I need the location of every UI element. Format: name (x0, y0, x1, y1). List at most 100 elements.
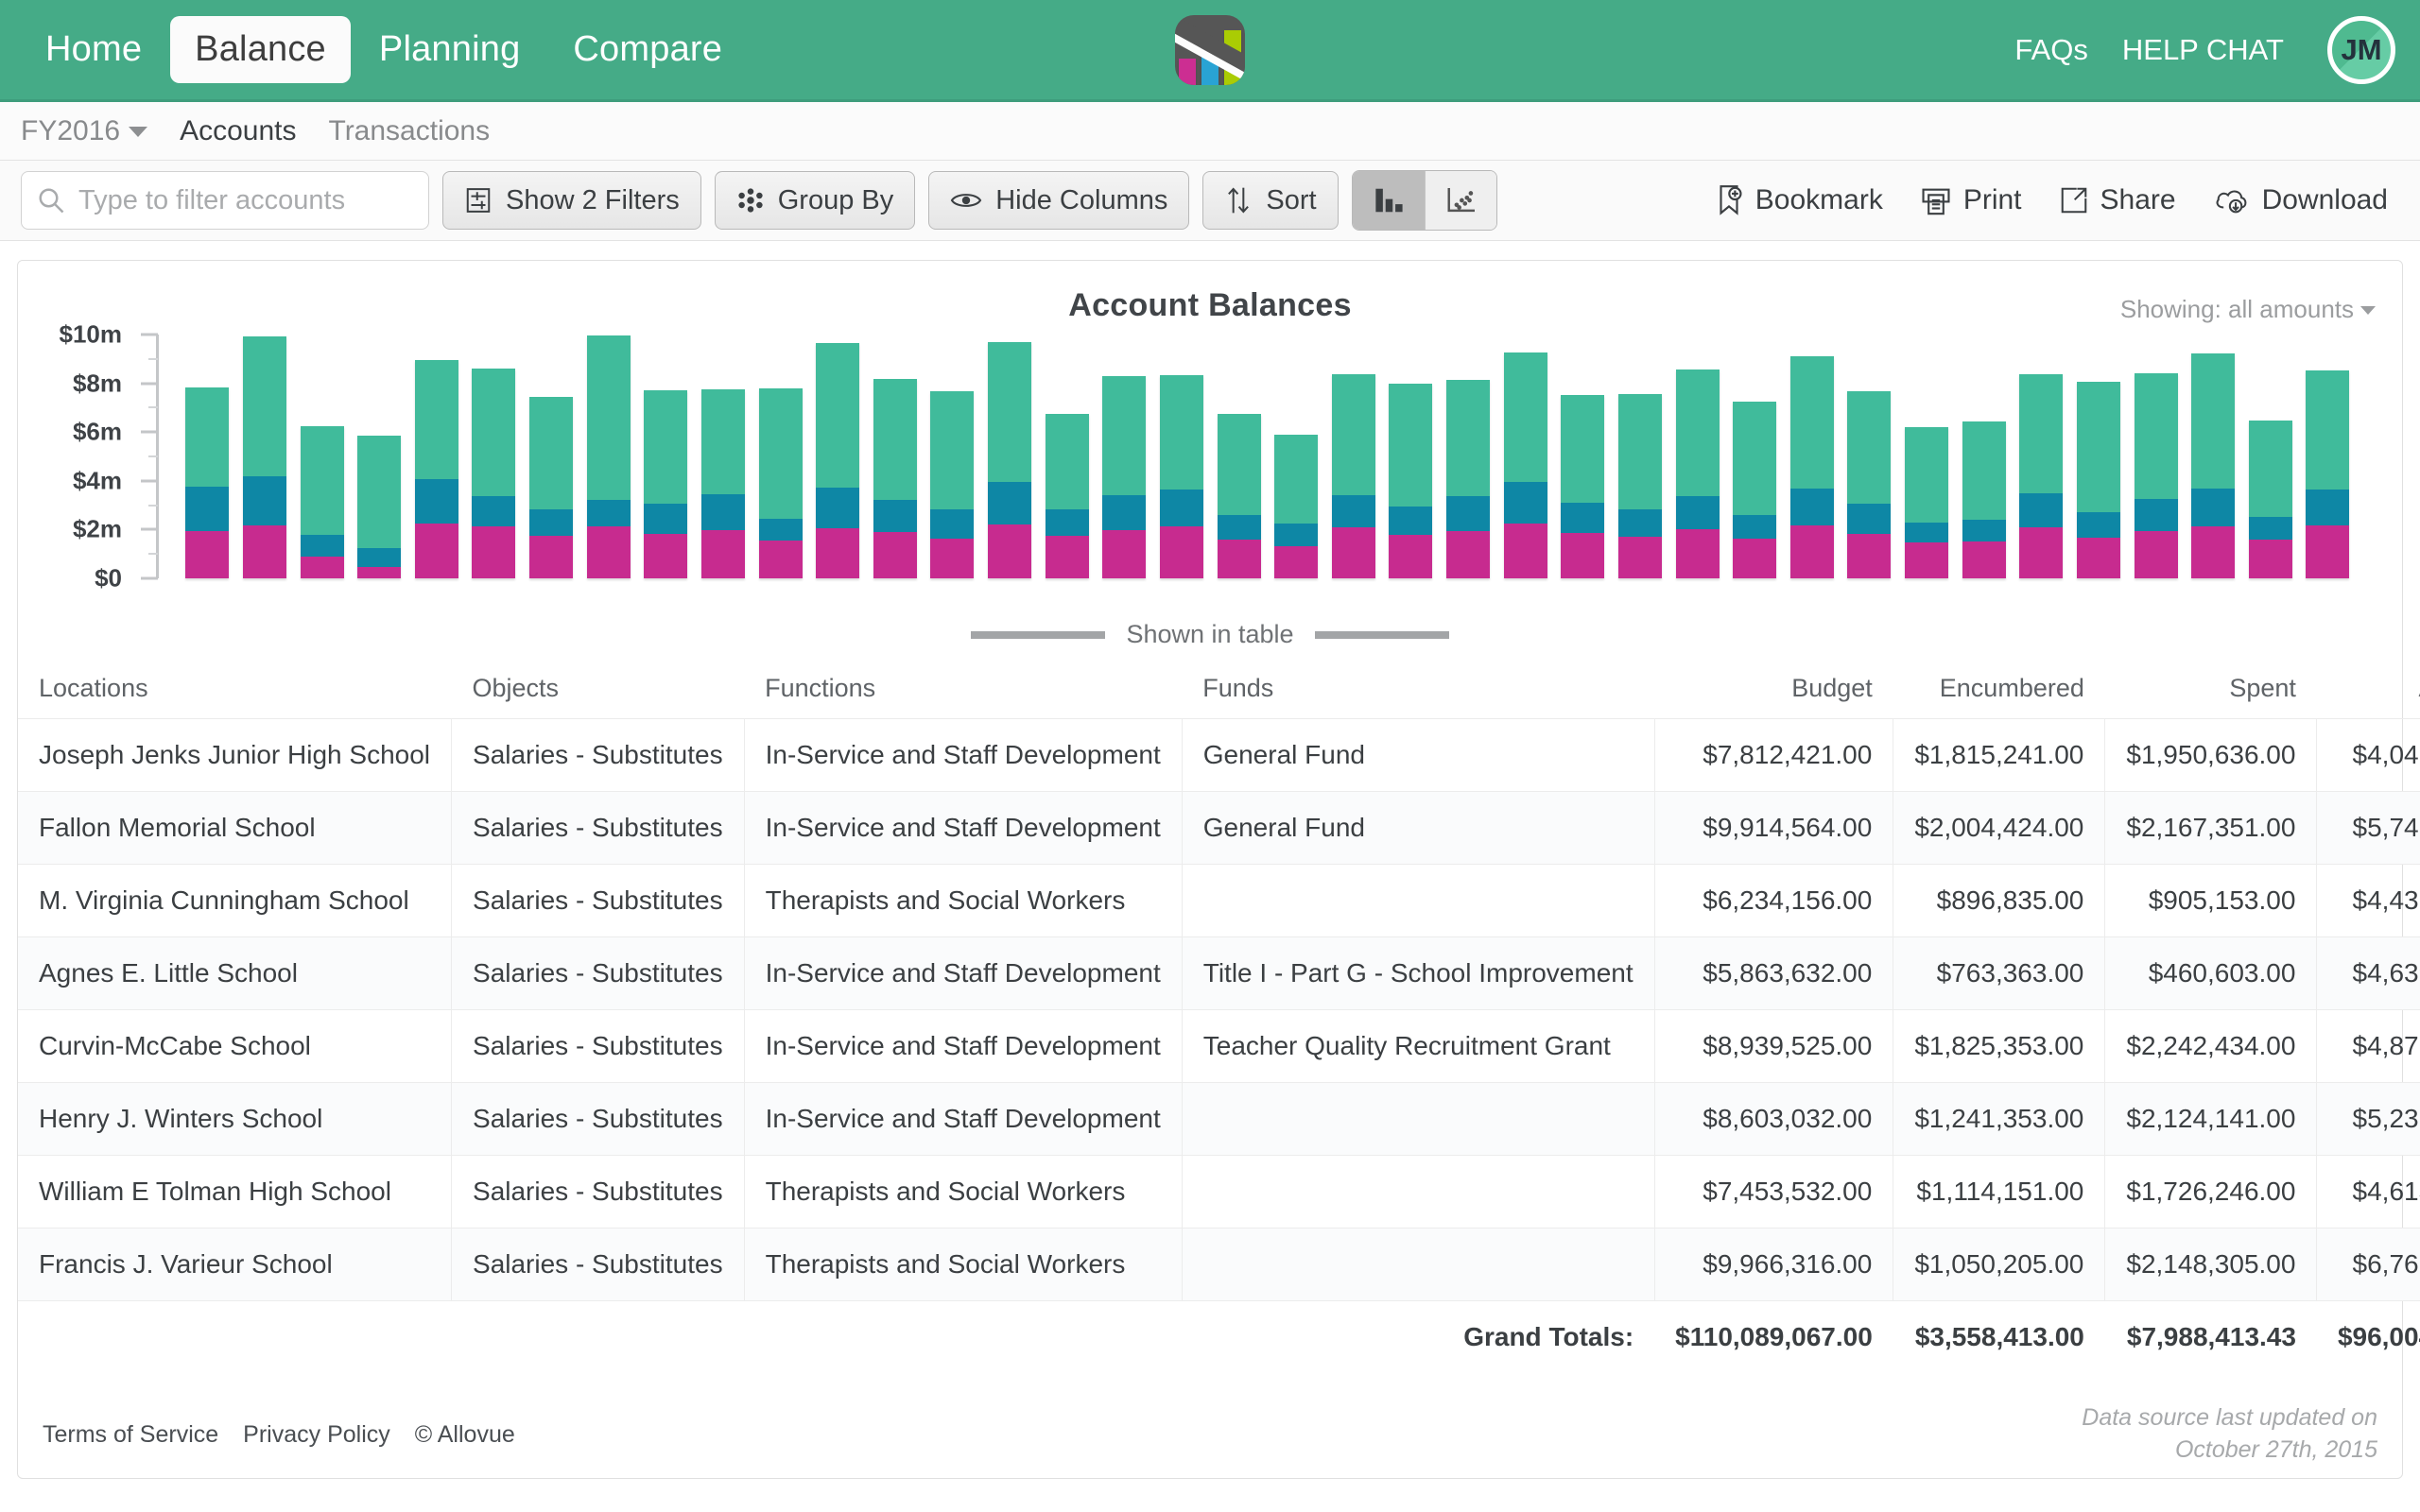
bar-segment-spent[interactable] (644, 534, 688, 578)
nav-item-compare[interactable]: Compare (548, 16, 747, 83)
chart-bar-column[interactable] (2070, 335, 2128, 578)
chart-bar-column[interactable] (1210, 335, 1268, 578)
bar-segment-spent[interactable] (1733, 539, 1777, 578)
bar-segment-encumbered[interactable] (1962, 520, 2006, 541)
view-mode-toggle[interactable] (1351, 170, 1497, 231)
shown-range-bar-left[interactable] (971, 630, 1106, 639)
print-button[interactable]: Print (1921, 184, 2022, 216)
bar-segment-available[interactable] (2019, 373, 2064, 493)
bar-segment-encumbered[interactable] (2076, 512, 2120, 539)
stacked-bar[interactable] (1389, 383, 1433, 578)
chart-bar-column[interactable] (2242, 335, 2300, 578)
chart-bar-column[interactable] (1784, 335, 1841, 578)
bar-segment-spent[interactable] (700, 529, 745, 578)
bar-segment-encumbered[interactable] (1217, 515, 1261, 541)
bar-segment-encumbered[interactable] (2191, 488, 2236, 527)
bar-segment-available[interactable] (758, 387, 803, 520)
bar-segment-available[interactable] (1733, 401, 1777, 515)
bar-segment-encumbered[interactable] (357, 548, 402, 568)
bar-segment-spent[interactable] (1675, 529, 1720, 578)
bar-segment-available[interactable] (300, 426, 344, 535)
chart-bar-column[interactable] (867, 335, 925, 578)
privacy-policy-link[interactable]: Privacy Policy (243, 1421, 390, 1449)
stacked-bar[interactable] (1847, 391, 1892, 578)
chart-bar-column[interactable] (1153, 335, 1211, 578)
stacked-bar[interactable] (1962, 421, 2006, 578)
bar-segment-spent[interactable] (1331, 527, 1375, 578)
stacked-bar[interactable] (2248, 420, 2292, 578)
stacked-bar[interactable] (1733, 401, 1777, 578)
bar-segment-encumbered[interactable] (1274, 524, 1319, 546)
bar-segment-available[interactable] (2306, 370, 2350, 490)
column-header-locations[interactable]: Locations (18, 662, 452, 719)
bar-segment-available[interactable] (1102, 375, 1147, 496)
bar-segment-available[interactable] (2134, 372, 2178, 499)
table-row[interactable]: Henry J. Winters School Salaries - Substi… (18, 1082, 2420, 1156)
bar-segment-encumbered[interactable] (758, 519, 803, 541)
stacked-bar[interactable] (1561, 395, 1605, 578)
chart-bar-column[interactable] (924, 335, 981, 578)
stacked-bar[interactable] (644, 390, 688, 578)
bar-segment-encumbered[interactable] (1733, 514, 1777, 540)
bar-segment-encumbered[interactable] (1675, 495, 1720, 530)
share-button[interactable]: Share (2060, 184, 2176, 216)
stacked-bar[interactable] (758, 387, 803, 578)
stacked-bar[interactable] (700, 389, 745, 578)
nav-item-balance[interactable]: Balance (170, 16, 351, 83)
show-filters-button[interactable]: Show 2 Filters (442, 171, 701, 230)
nav-item-home[interactable]: Home (21, 16, 166, 83)
stacked-bar[interactable] (1905, 426, 1949, 578)
stacked-bar[interactable] (300, 426, 344, 578)
bar-segment-spent[interactable] (816, 528, 860, 578)
stacked-bar[interactable] (2019, 373, 2064, 578)
bar-segment-available[interactable] (1446, 379, 1491, 496)
bar-segment-available[interactable] (1159, 375, 1203, 490)
stacked-bar[interactable] (1617, 394, 1662, 578)
bar-segment-encumbered[interactable] (2248, 517, 2292, 541)
stacked-bar[interactable] (1331, 373, 1375, 578)
stacked-bar[interactable] (1274, 434, 1319, 578)
column-header-available[interactable]: Available (2317, 662, 2420, 719)
stacked-bar[interactable] (2306, 370, 2350, 578)
bar-segment-spent[interactable] (988, 524, 1032, 578)
bar-segment-spent[interactable] (1905, 542, 1949, 578)
stacked-bar[interactable] (1102, 375, 1147, 578)
bar-segment-spent[interactable] (2019, 527, 2064, 578)
chart-bar-column[interactable] (523, 335, 580, 578)
bar-segment-encumbered[interactable] (1561, 502, 1605, 534)
bar-segment-spent[interactable] (758, 540, 803, 578)
bar-segment-encumbered[interactable] (242, 476, 286, 526)
bar-segment-available[interactable] (1045, 413, 1089, 510)
stacked-bar[interactable] (988, 342, 1032, 578)
bar-segment-available[interactable] (586, 335, 631, 501)
bar-segment-available[interactable] (414, 360, 458, 480)
stacked-bar[interactable] (1789, 355, 1834, 578)
bar-segment-available[interactable] (1217, 413, 1261, 516)
chart-bar-column[interactable] (1496, 335, 1554, 578)
bar-segment-spent[interactable] (472, 526, 516, 578)
bar-segment-encumbered[interactable] (2134, 498, 2178, 531)
bar-segment-encumbered[interactable] (644, 504, 688, 535)
chart-bar-column[interactable] (1038, 335, 1096, 578)
chart-bar-column[interactable] (293, 335, 351, 578)
bar-segment-encumbered[interactable] (1503, 482, 1547, 524)
column-header-objects[interactable]: Objects (452, 662, 745, 719)
bar-segment-encumbered[interactable] (1905, 522, 1949, 543)
table-row[interactable]: Agnes E. Little School Salaries - Substit… (18, 936, 2420, 1010)
bar-segment-encumbered[interactable] (988, 481, 1032, 524)
bar-segment-available[interactable] (1503, 352, 1547, 483)
chart-bar-column[interactable] (1268, 335, 1325, 578)
stacked-bar[interactable] (1446, 379, 1491, 578)
stacked-bar[interactable] (1217, 413, 1261, 578)
hide-columns-button[interactable]: Hide Columns (928, 171, 1190, 230)
chart-bar-column[interactable] (579, 335, 637, 578)
chart-bar-column[interactable] (1325, 335, 1383, 578)
chart-bar-column[interactable] (408, 335, 466, 578)
bar-segment-spent[interactable] (586, 525, 631, 578)
bar-segment-available[interactable] (1331, 373, 1375, 495)
bar-segment-available[interactable] (1617, 394, 1662, 510)
column-header-functions[interactable]: Functions (744, 662, 1182, 719)
nav-item-help-chat[interactable]: HELP CHAT (2122, 33, 2284, 67)
bar-segment-available[interactable] (2191, 352, 2236, 489)
stacked-bar[interactable] (472, 369, 516, 578)
